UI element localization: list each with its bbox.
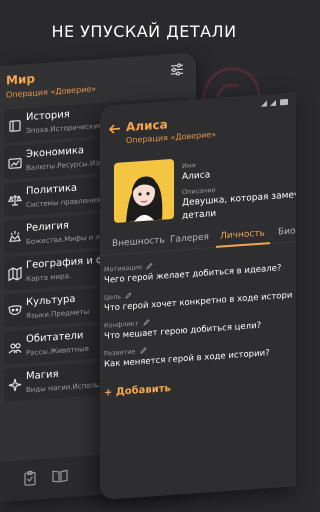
field-label-text: Цель xyxy=(104,292,122,302)
field-label-text: Конфликт xyxy=(104,319,139,330)
tab-active-indicator xyxy=(216,242,270,248)
name-label: Имя xyxy=(182,161,196,171)
world-item-title: Политика xyxy=(26,182,78,198)
world-item-title: Обитатели xyxy=(26,330,84,346)
people-icon xyxy=(8,339,22,354)
open-book-icon[interactable] xyxy=(52,467,68,484)
wifi-icon xyxy=(270,99,276,107)
back-arrow-icon[interactable] xyxy=(108,120,122,135)
tab-bio[interactable]: Био xyxy=(278,226,296,237)
description-value-line2[interactable]: детали xyxy=(182,209,216,221)
signal-icon xyxy=(261,100,267,107)
field-label: Цель xyxy=(104,292,132,302)
scales-icon xyxy=(8,191,22,206)
book-icon xyxy=(8,117,22,132)
character-avatar[interactable] xyxy=(114,158,174,224)
tab-appearance[interactable]: Внешность xyxy=(112,235,165,249)
pencil-icon[interactable] xyxy=(139,347,147,354)
world-item-title: Культура xyxy=(26,293,76,309)
clipboard-icon[interactable] xyxy=(22,469,38,486)
status-bar xyxy=(260,97,290,109)
character-screen: Алиса Операция «Доверие» Имя Алиса Описа… xyxy=(100,92,296,500)
headline: НЕ УПУСКАЙ ДЕТАЛИ xyxy=(51,22,237,41)
tab-personality[interactable]: Личность xyxy=(220,228,265,241)
tune-icon[interactable] xyxy=(170,61,184,76)
world-item-title: Экономика xyxy=(26,145,85,161)
description-label: Описание xyxy=(182,185,216,197)
world-item-title: Религия xyxy=(26,220,69,235)
world-item-title: Магия xyxy=(26,368,59,383)
sun-icon xyxy=(8,228,22,243)
pencil-icon[interactable] xyxy=(142,319,150,326)
chart-icon xyxy=(8,154,22,169)
add-field-button[interactable]: + Добавить xyxy=(104,383,171,399)
field-value[interactable]: Что герой хочет конкретно в ходе истори xyxy=(104,291,292,314)
world-header: Мир Операция «Доверие» xyxy=(6,61,186,100)
magic-icon xyxy=(8,376,22,392)
field-label-text: Развитие xyxy=(104,347,136,358)
character-title: Алиса xyxy=(126,117,168,135)
map-icon xyxy=(8,265,22,282)
mask-icon xyxy=(8,302,22,317)
character-tabs: Внешность Галерея Личность Био xyxy=(100,220,296,256)
field-label: Развитие xyxy=(104,347,147,358)
field-label-text: Мотивация xyxy=(104,263,142,274)
world-item-title: История xyxy=(26,109,70,124)
pencil-icon[interactable] xyxy=(146,262,153,270)
battery-icon xyxy=(280,98,288,106)
world-item-title: География и ф xyxy=(26,254,105,272)
tab-gallery[interactable]: Галерея xyxy=(170,232,209,245)
pencil-icon[interactable] xyxy=(125,292,132,299)
name-value[interactable]: Алиса xyxy=(182,170,210,182)
